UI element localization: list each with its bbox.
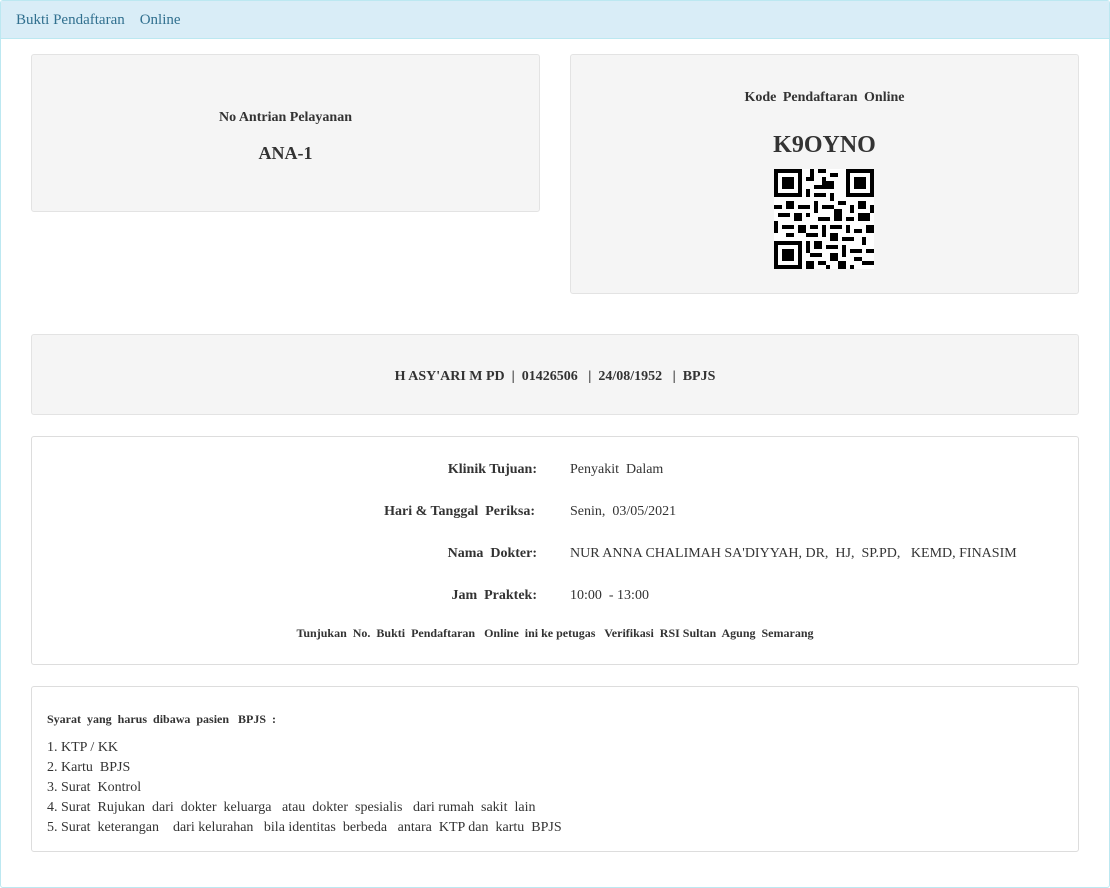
queue-number-label: No Antrian Pelayanan <box>218 110 352 125</box>
requirement-item: 1. KTP / KK <box>47 740 119 755</box>
requirement-item: 2. Kartu BPJS <box>47 760 131 775</box>
requirements-card: Syarat yang harus dibawa pasien BPJS : 1… <box>31 686 1079 852</box>
verification-notice: Tunjukan No. Bukti Pendaftaran Online in… <box>296 626 814 640</box>
patient-info-line: H ASY'ARI M PD | 01426506 | 24/08/1952 |… <box>394 369 716 384</box>
queue-number-value: ANA-1 <box>258 143 313 163</box>
practice-hours-label: Jam Praktek: <box>451 588 537 603</box>
requirement-item: 5. Surat keterangan dari kelurahan bila … <box>47 820 562 835</box>
requirements-list: 1. KTP / KK 2. Kartu BPJS 3. Surat Kontr… <box>47 738 562 838</box>
exam-date-label: Hari & Tanggal Periksa: <box>384 504 535 519</box>
panel-heading: Bukti Pendaftaran Online <box>1 1 1109 39</box>
exam-date-value: Senin, 03/05/2021 <box>570 504 677 519</box>
appointment-details-card: Klinik Tujuan: Penyakit Dalam Hari & Tan… <box>31 436 1079 665</box>
registration-code-card: Kode Pendaftaran Online K9OYNO <box>570 54 1079 294</box>
doctor-label: Nama Dokter: <box>447 546 537 561</box>
queue-number-card: No Antrian Pelayanan ANA-1 <box>31 54 540 212</box>
clinic-value: Penyakit Dalam <box>570 462 664 477</box>
patient-info-card: H ASY'ARI M PD | 01426506 | 24/08/1952 |… <box>31 334 1079 415</box>
requirement-item: 3. Surat Kontrol <box>47 780 142 795</box>
requirements-title: Syarat yang harus dibawa pasien BPJS : <box>47 712 277 726</box>
registration-proof-panel: Bukti Pendaftaran Online No Antrian Pela… <box>0 0 1110 888</box>
clinic-label: Klinik Tujuan: <box>447 462 537 477</box>
registration-code-value: K9OYNO <box>773 132 876 158</box>
qr-code-icon <box>774 169 874 269</box>
registration-code-label: Kode Pendaftaran Online <box>744 90 905 105</box>
doctor-value: NUR ANNA CHALIMAH SA'DIYYAH, DR, HJ, SP.… <box>570 546 1017 561</box>
panel-title: Bukti Pendaftaran Online <box>16 12 181 28</box>
practice-hours-value: 10:00 - 13:00 <box>570 588 649 603</box>
requirement-item: 4. Surat Rujukan dari dokter keluarga at… <box>47 800 536 815</box>
